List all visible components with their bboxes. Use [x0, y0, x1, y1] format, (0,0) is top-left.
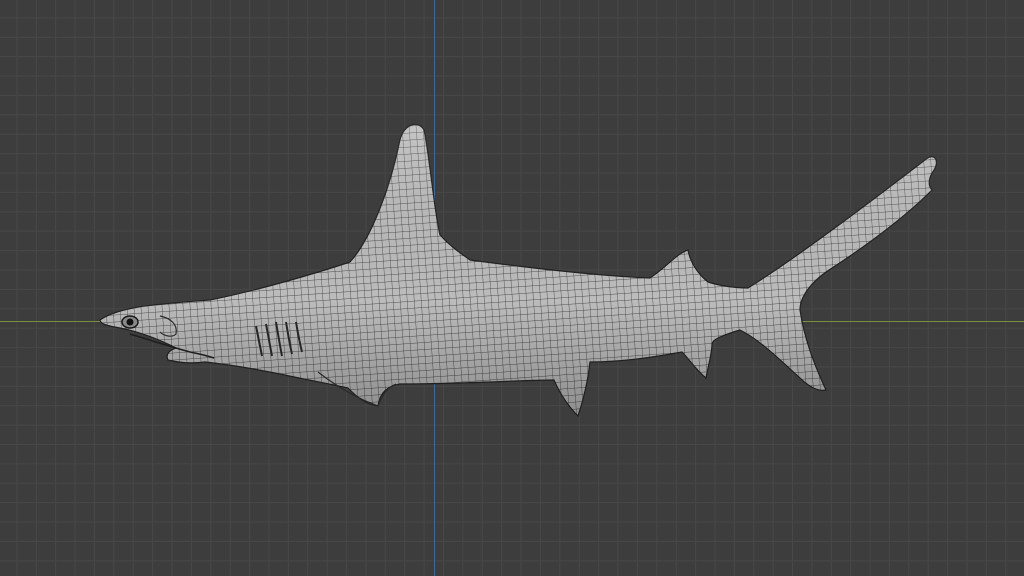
shark-mesh-model[interactable] — [0, 0, 1024, 576]
eye-icon — [121, 315, 139, 329]
shark-body — [99, 123, 937, 418]
3d-viewport[interactable] — [0, 0, 1024, 576]
